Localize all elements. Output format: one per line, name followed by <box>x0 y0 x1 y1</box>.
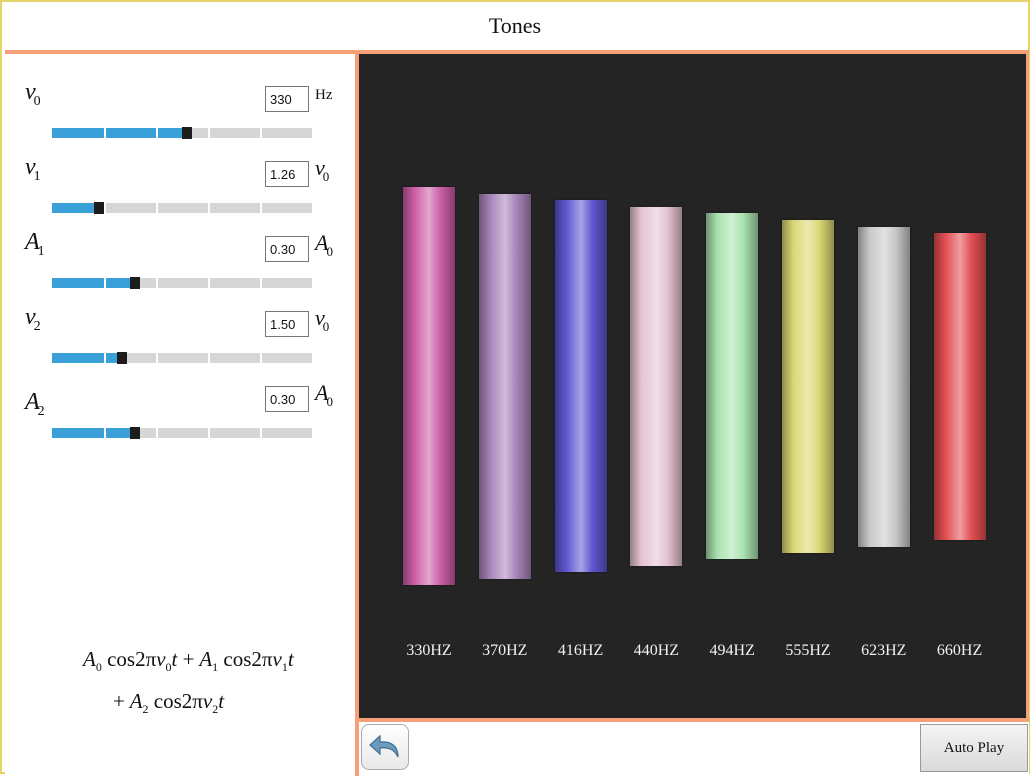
slider-tick <box>260 128 262 138</box>
tone-tube[interactable] <box>857 226 910 547</box>
param-unit: Hz <box>315 87 333 103</box>
param-label: A2 <box>25 389 45 419</box>
tone-display: 330HZ 370HZ 416HZ 440HZ 494HZ 555HZ 623HZ 660HZ <box>359 54 1029 718</box>
tone-label: 660HZ <box>936 642 983 659</box>
tone-tube[interactable] <box>630 206 683 566</box>
slider-tick <box>208 128 210 138</box>
slider-fill <box>52 353 117 363</box>
slider-tick <box>156 428 158 438</box>
param-unit: A0 <box>315 230 333 259</box>
tone-tube[interactable] <box>782 220 834 553</box>
slider-tick <box>104 428 106 438</box>
param-unit: ν0 <box>315 155 330 184</box>
param-slider[interactable] <box>52 352 312 364</box>
slider-thumb[interactable] <box>182 127 192 139</box>
tone-tube[interactable] <box>706 213 759 560</box>
tone-label: 416HZ <box>557 642 604 659</box>
slider-tick <box>104 353 106 363</box>
param-label: ν2 <box>25 304 41 334</box>
tone-tube[interactable] <box>403 187 455 585</box>
param-value-input[interactable]: 0.30 <box>265 236 309 262</box>
slider-thumb[interactable] <box>94 202 104 214</box>
param-slider[interactable] <box>52 202 312 214</box>
app-window: Tones ν0 330 Hz ν1 1.26 ν0 A1 0.30 A0 ν2 1.50 ν0 A2 0… <box>0 0 1030 776</box>
slider-tick <box>208 278 210 288</box>
slider-thumb[interactable] <box>130 277 140 289</box>
bottom-toolbar: Auto Play <box>359 722 1029 776</box>
tone-tube[interactable] <box>933 233 986 541</box>
tone-label: 494HZ <box>709 642 755 659</box>
param-slider[interactable] <box>52 427 312 439</box>
slider-fill <box>52 278 130 288</box>
slider-tick <box>156 353 158 363</box>
slider-tick <box>260 203 262 213</box>
slider-tick <box>156 128 158 138</box>
slider-tick <box>156 203 158 213</box>
slider-fill <box>52 128 182 138</box>
page-title: Tones <box>488 13 542 38</box>
param-value-input[interactable]: 1.50 <box>265 311 309 337</box>
slider-fill <box>52 428 130 438</box>
param-value-input[interactable]: 0.30 <box>265 386 309 412</box>
auto-play-button[interactable]: Auto Play <box>920 724 1028 772</box>
slider-thumb[interactable] <box>130 427 140 439</box>
slider-tick <box>104 128 106 138</box>
parameter-panel: ν0 330 Hz ν1 1.26 ν0 A1 0.30 A0 ν2 1.50 ν0 A2 0.30 A0 … <box>5 54 355 774</box>
param-value-input[interactable]: 330 <box>265 86 309 112</box>
tone-label: 623HZ <box>861 642 907 659</box>
slider-tick <box>208 428 210 438</box>
slider-tick <box>260 353 262 363</box>
param-slider[interactable] <box>52 277 312 289</box>
slider-tick <box>208 353 210 363</box>
slider-tick <box>260 428 262 438</box>
param-label: ν0 <box>25 79 41 109</box>
undo-button[interactable] <box>361 724 409 770</box>
slider-tick <box>156 278 158 288</box>
tone-label: 370HZ <box>482 642 528 659</box>
slider-tick <box>104 203 106 213</box>
param-unit: A0 <box>315 380 333 409</box>
tone-label: 440HZ <box>633 642 680 659</box>
param-label: ν1 <box>25 154 41 184</box>
slider-thumb[interactable] <box>117 352 127 364</box>
undo-icon <box>369 734 399 758</box>
formula: A0 cos2πν0t + A1 cos2πν1t + A2 cos2πν2t <box>83 647 294 716</box>
tone-label: 555HZ <box>785 642 831 659</box>
slider-tick <box>260 278 262 288</box>
slider-tick <box>104 278 106 288</box>
slider-tick <box>208 203 210 213</box>
param-unit: ν0 <box>315 305 330 334</box>
tone-tube[interactable] <box>554 200 607 573</box>
param-value-input[interactable]: 1.26 <box>265 161 309 187</box>
param-label: A1 <box>25 229 45 259</box>
slider-fill <box>52 203 94 213</box>
param-slider[interactable] <box>52 127 312 139</box>
tone-label: 330HZ <box>406 642 452 659</box>
tone-tube[interactable] <box>478 193 531 579</box>
